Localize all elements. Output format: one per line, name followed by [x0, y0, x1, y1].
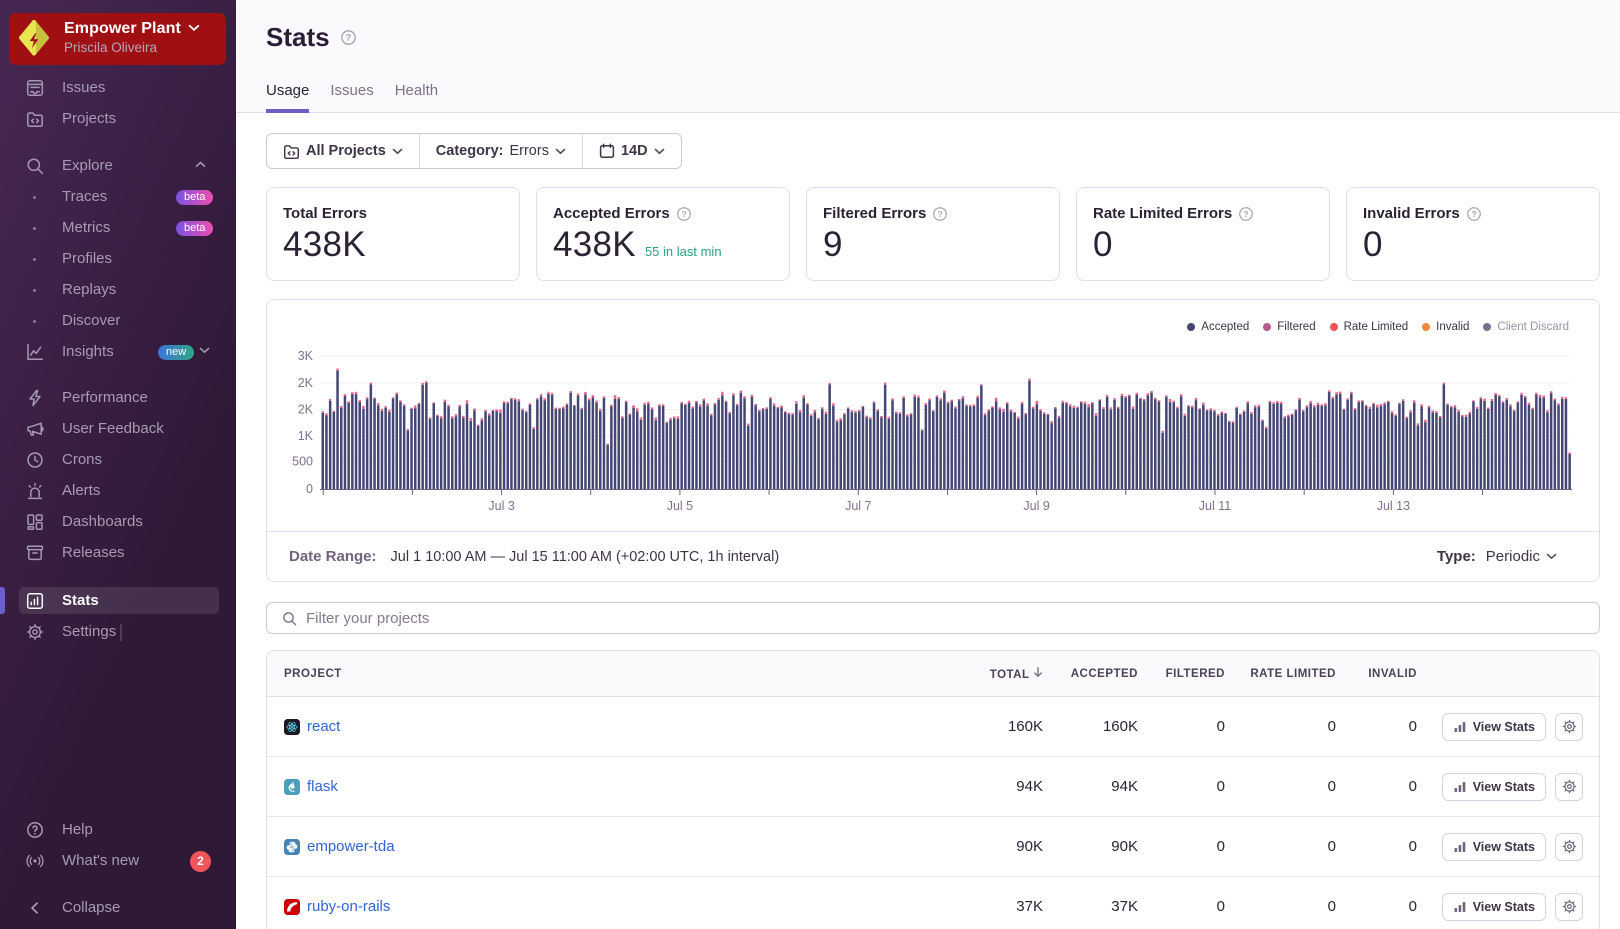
svg-text:?: ?: [681, 208, 686, 218]
svg-text:?: ?: [1244, 208, 1249, 218]
svg-text:1K: 1K: [298, 429, 314, 443]
svg-text:3K: 3K: [298, 349, 314, 363]
svg-text:Jul 5: Jul 5: [667, 499, 693, 513]
svg-text:Jul 7: Jul 7: [845, 499, 871, 513]
svg-text:Jul 13: Jul 13: [1377, 499, 1410, 513]
svg-text:0: 0: [306, 482, 313, 496]
svg-text:?: ?: [1471, 208, 1476, 218]
svg-text:?: ?: [938, 208, 943, 218]
svg-text:2K: 2K: [298, 403, 314, 417]
svg-text:Jul 3: Jul 3: [488, 499, 514, 513]
svg-text:2K: 2K: [298, 376, 314, 390]
svg-text:500: 500: [292, 455, 313, 469]
svg-text:Jul 11: Jul 11: [1199, 499, 1231, 513]
svg-text:Jul 9: Jul 9: [1023, 499, 1049, 513]
svg-text:?: ?: [345, 32, 351, 42]
